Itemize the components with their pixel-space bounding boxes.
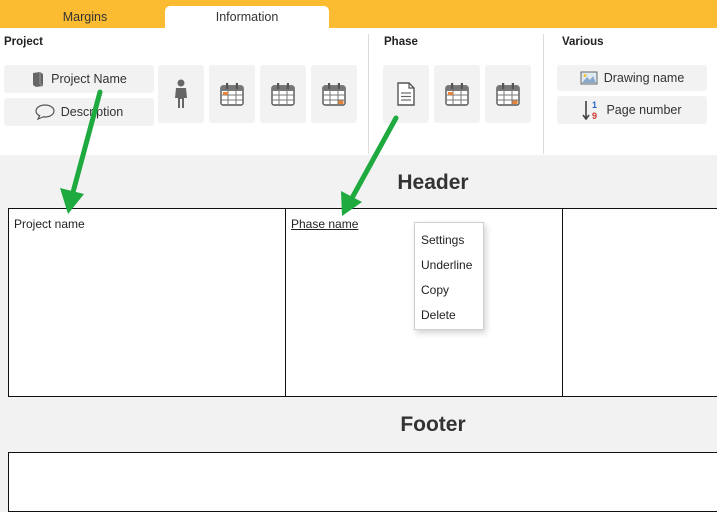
context-menu-settings[interactable]: Settings bbox=[421, 233, 464, 247]
phase-calendar-button-2[interactable] bbox=[485, 65, 531, 123]
book-icon bbox=[31, 71, 45, 87]
tab-bar: Margins Information bbox=[0, 0, 717, 28]
svg-text:1: 1 bbox=[592, 100, 597, 110]
phase-name-field[interactable]: Phase name bbox=[291, 217, 358, 231]
description-label: Description bbox=[60, 105, 124, 119]
calendar-icon bbox=[219, 81, 245, 107]
speech-bubble-icon bbox=[35, 104, 55, 120]
description-button[interactable]: Description bbox=[4, 98, 154, 126]
tab-margins[interactable]: Margins bbox=[30, 6, 140, 28]
calendar-button-1[interactable] bbox=[209, 65, 255, 123]
group-title-various: Various bbox=[562, 36, 604, 48]
context-menu: Settings Underline Copy Delete bbox=[414, 222, 484, 330]
calendar-button-3[interactable] bbox=[311, 65, 357, 123]
image-icon bbox=[580, 71, 598, 85]
page-number-label: Page number bbox=[606, 103, 682, 117]
header-cell-empty[interactable] bbox=[562, 208, 717, 397]
calendar-icon bbox=[495, 81, 521, 107]
project-name-button[interactable]: Project Name bbox=[4, 65, 154, 93]
footer-cell[interactable] bbox=[8, 452, 717, 512]
footer-title: Footer bbox=[400, 413, 466, 436]
group-title-project: Project bbox=[4, 36, 43, 48]
drawing-name-button[interactable]: Drawing name bbox=[557, 65, 707, 91]
context-menu-copy[interactable]: Copy bbox=[421, 283, 449, 297]
calendar-button-2[interactable] bbox=[260, 65, 306, 123]
header-title: Header bbox=[397, 171, 469, 194]
person-button[interactable] bbox=[158, 65, 204, 123]
tab-information[interactable]: Information bbox=[165, 6, 329, 28]
calendar-icon bbox=[321, 81, 347, 107]
sort-number-icon: 19 bbox=[582, 99, 600, 121]
group-separator bbox=[543, 34, 544, 154]
project-name-field[interactable]: Project name bbox=[14, 217, 85, 231]
document-icon bbox=[396, 81, 416, 107]
header-cell-project[interactable]: Project name bbox=[8, 208, 286, 397]
svg-text:9: 9 bbox=[592, 111, 597, 121]
context-menu-delete[interactable]: Delete bbox=[421, 308, 456, 322]
calendar-icon bbox=[270, 81, 296, 107]
page-number-button[interactable]: 19 Page number bbox=[557, 96, 707, 124]
phase-document-button[interactable] bbox=[383, 65, 429, 123]
calendar-icon bbox=[444, 81, 470, 107]
group-title-phase: Phase bbox=[384, 36, 418, 48]
project-name-label: Project Name bbox=[51, 72, 127, 86]
context-menu-underline[interactable]: Underline bbox=[421, 258, 472, 272]
person-icon bbox=[173, 79, 189, 109]
group-separator bbox=[368, 34, 369, 154]
ribbon: Project Phase Various Project Name Descr… bbox=[0, 28, 717, 155]
phase-calendar-button-1[interactable] bbox=[434, 65, 480, 123]
drawing-name-label: Drawing name bbox=[603, 71, 685, 85]
